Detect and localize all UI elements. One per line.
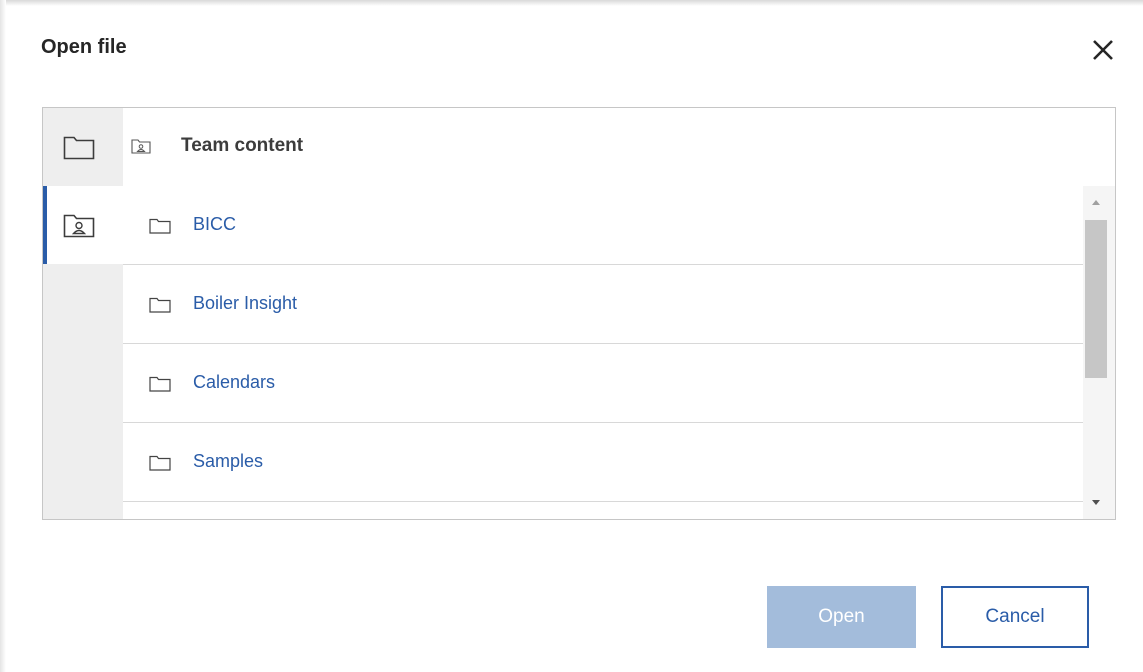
list-item-label[interactable]: Calendars (193, 372, 275, 393)
dialog-shadow-top (0, 0, 1143, 6)
list-item-label[interactable]: Boiler Insight (193, 293, 297, 314)
team-folder-icon (131, 139, 151, 154)
current-folder-header: Team content (123, 108, 1116, 186)
close-button[interactable] (1089, 36, 1117, 64)
cancel-button[interactable]: Cancel (941, 586, 1089, 648)
current-folder-title: Team content (181, 135, 304, 156)
rail-item-my-content[interactable] (43, 108, 123, 186)
scroll-up-arrow-icon[interactable] (1083, 186, 1115, 216)
folder-icon (149, 218, 171, 234)
folder-icon (149, 376, 171, 392)
folder-icon (63, 136, 95, 160)
list-item[interactable]: Calendars (123, 344, 1083, 423)
list-item-label[interactable]: Samples (193, 451, 263, 472)
location-rail (43, 108, 123, 519)
open-button[interactable]: Open (767, 586, 916, 648)
list-item[interactable]: BICC (123, 186, 1083, 265)
scroll-down-arrow-icon[interactable] (1083, 489, 1115, 519)
folder-icon (149, 297, 171, 313)
close-icon (1093, 40, 1113, 60)
dialog-shadow-left (0, 0, 6, 672)
folder-list: BICC Boiler Insight Calendars Samples (123, 186, 1083, 519)
dialog-title: Open file (41, 36, 127, 58)
list-item-label[interactable]: BICC (193, 214, 236, 235)
folder-icon (149, 455, 171, 471)
team-folder-icon (63, 214, 95, 238)
rail-item-team-content[interactable] (43, 186, 123, 264)
list-item[interactable]: Samples (123, 423, 1083, 502)
scrollbar[interactable] (1083, 186, 1115, 519)
list-item[interactable]: Boiler Insight (123, 265, 1083, 344)
scrollbar-thumb[interactable] (1085, 220, 1107, 378)
file-browser: Team content BICC Boiler Insight Calenda… (42, 107, 1116, 520)
